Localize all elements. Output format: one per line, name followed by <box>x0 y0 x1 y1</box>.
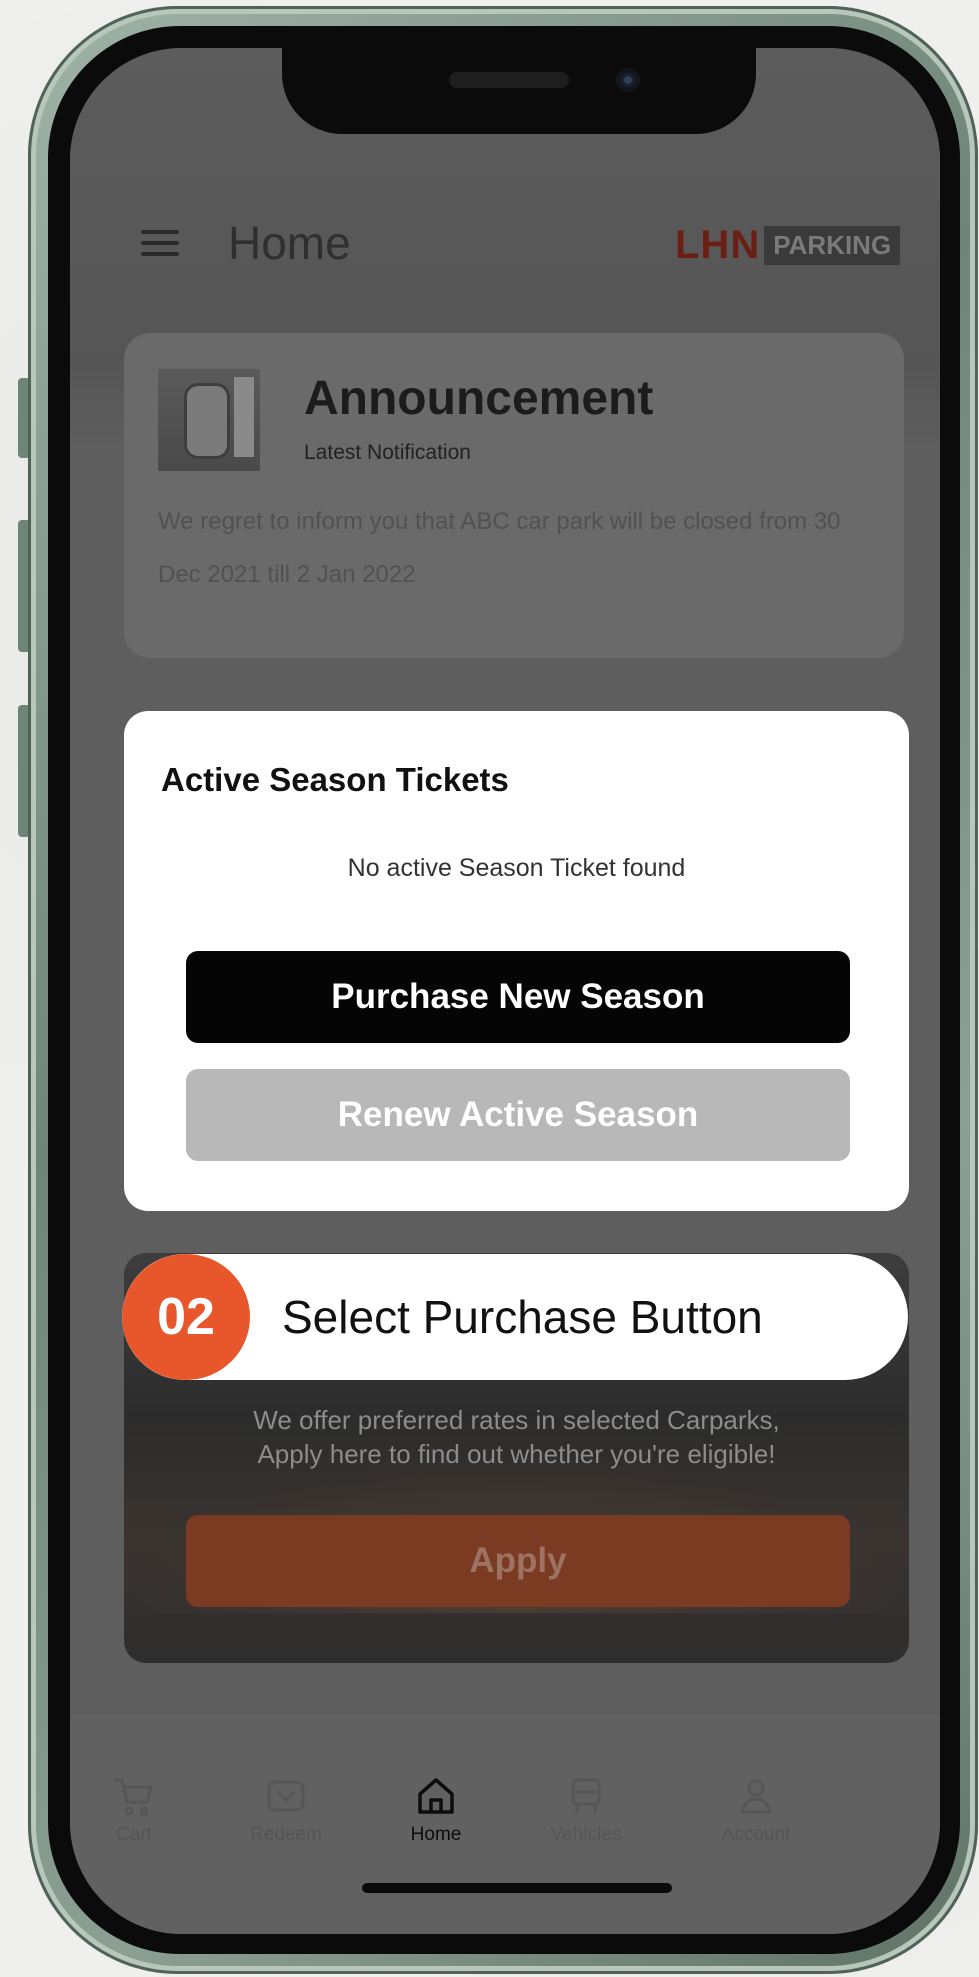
purchase-new-season-button[interactable]: Purchase New Season <box>186 951 850 1043</box>
nav-item-account[interactable]: Account <box>706 1774 806 1846</box>
brand-logo: LHN PARKING <box>675 223 901 267</box>
renew-active-season-button[interactable]: Renew Active Season <box>186 1069 850 1161</box>
apply-button[interactable]: Apply <box>186 1515 850 1607</box>
notch <box>282 48 756 134</box>
preferred-rates-text: We offer preferred rates in selected Car… <box>124 1403 909 1471</box>
logo-parking-text: PARKING <box>764 225 901 265</box>
rates-line-2: Apply here to find out whether you're el… <box>257 1439 776 1469</box>
nav-item-cart[interactable]: Cart <box>84 1774 184 1846</box>
empty-season-message: No active Season Ticket found <box>347 854 686 882</box>
logo-lhn-text: LHN <box>675 222 761 267</box>
nav-label-account: Account <box>721 1824 791 1845</box>
callout-instruction: Select Purchase Button <box>282 1291 763 1343</box>
season-panel-title: Active Season Tickets <box>161 761 509 798</box>
phone-screen: Home LHN PARKING Announcement Latest Not… <box>70 48 940 1934</box>
cart-icon <box>114 1778 153 1816</box>
redeem-icon <box>267 1780 305 1812</box>
page-title: Home <box>228 217 351 269</box>
rates-line-1: We offer preferred rates in selected Car… <box>253 1405 780 1435</box>
announcement-subtitle: Latest Notification <box>304 441 471 464</box>
home-indicator[interactable] <box>362 1883 672 1893</box>
active-season-tickets-panel: Active Season Tickets No active Season T… <box>124 711 909 1211</box>
nav-item-vehicles[interactable]: Vehicles <box>536 1774 636 1846</box>
bottom-navigation: Cart Redeem Home Vehicles Account <box>70 1713 940 1934</box>
speaker-grille <box>449 72 569 88</box>
nav-item-home[interactable]: Home <box>386 1774 486 1846</box>
announcement-body: We regret to inform you that ABC car par… <box>158 508 841 588</box>
nav-label-home: Home <box>410 1824 462 1845</box>
front-camera-icon <box>616 68 640 92</box>
nav-item-redeem[interactable]: Redeem <box>236 1774 336 1846</box>
announcement-card[interactable]: Announcement Latest Notification We regr… <box>124 333 904 658</box>
step-number-badge: 02 <box>122 1254 250 1380</box>
nav-label-redeem: Redeem <box>250 1824 322 1845</box>
hamburger-menu-icon[interactable] <box>141 230 179 256</box>
tutorial-callout: 02 Select Purchase Button <box>122 1254 908 1380</box>
home-icon <box>418 1778 454 1814</box>
announcement-title: Announcement <box>304 372 654 425</box>
account-icon <box>740 1779 772 1814</box>
nav-label-vehicles: Vehicles <box>550 1824 622 1845</box>
vehicle-icon <box>571 1778 601 1814</box>
parking-thumbnail-image <box>158 369 260 471</box>
nav-label-cart: Cart <box>116 1824 152 1845</box>
